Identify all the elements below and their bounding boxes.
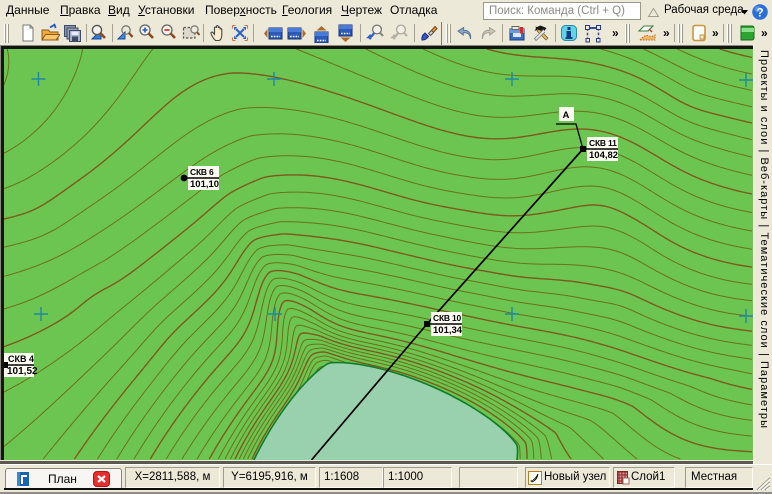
svg-text:СКВ 6: СКВ 6: [190, 167, 214, 177]
svg-text:101,10: 101,10: [190, 179, 219, 190]
svg-text:104,82: 104,82: [589, 150, 618, 161]
svg-text:101,34: 101,34: [433, 325, 463, 336]
svg-text:СКВ 10: СКВ 10: [433, 313, 462, 323]
svg-text:101,52: 101,52: [7, 366, 38, 377]
svg-text:?: ?: [756, 5, 763, 19]
svg-text:СКВ 11: СКВ 11: [589, 138, 617, 148]
svg-text:СКВ 4: СКВ 4: [8, 354, 34, 364]
svg-text:А: А: [563, 110, 570, 121]
